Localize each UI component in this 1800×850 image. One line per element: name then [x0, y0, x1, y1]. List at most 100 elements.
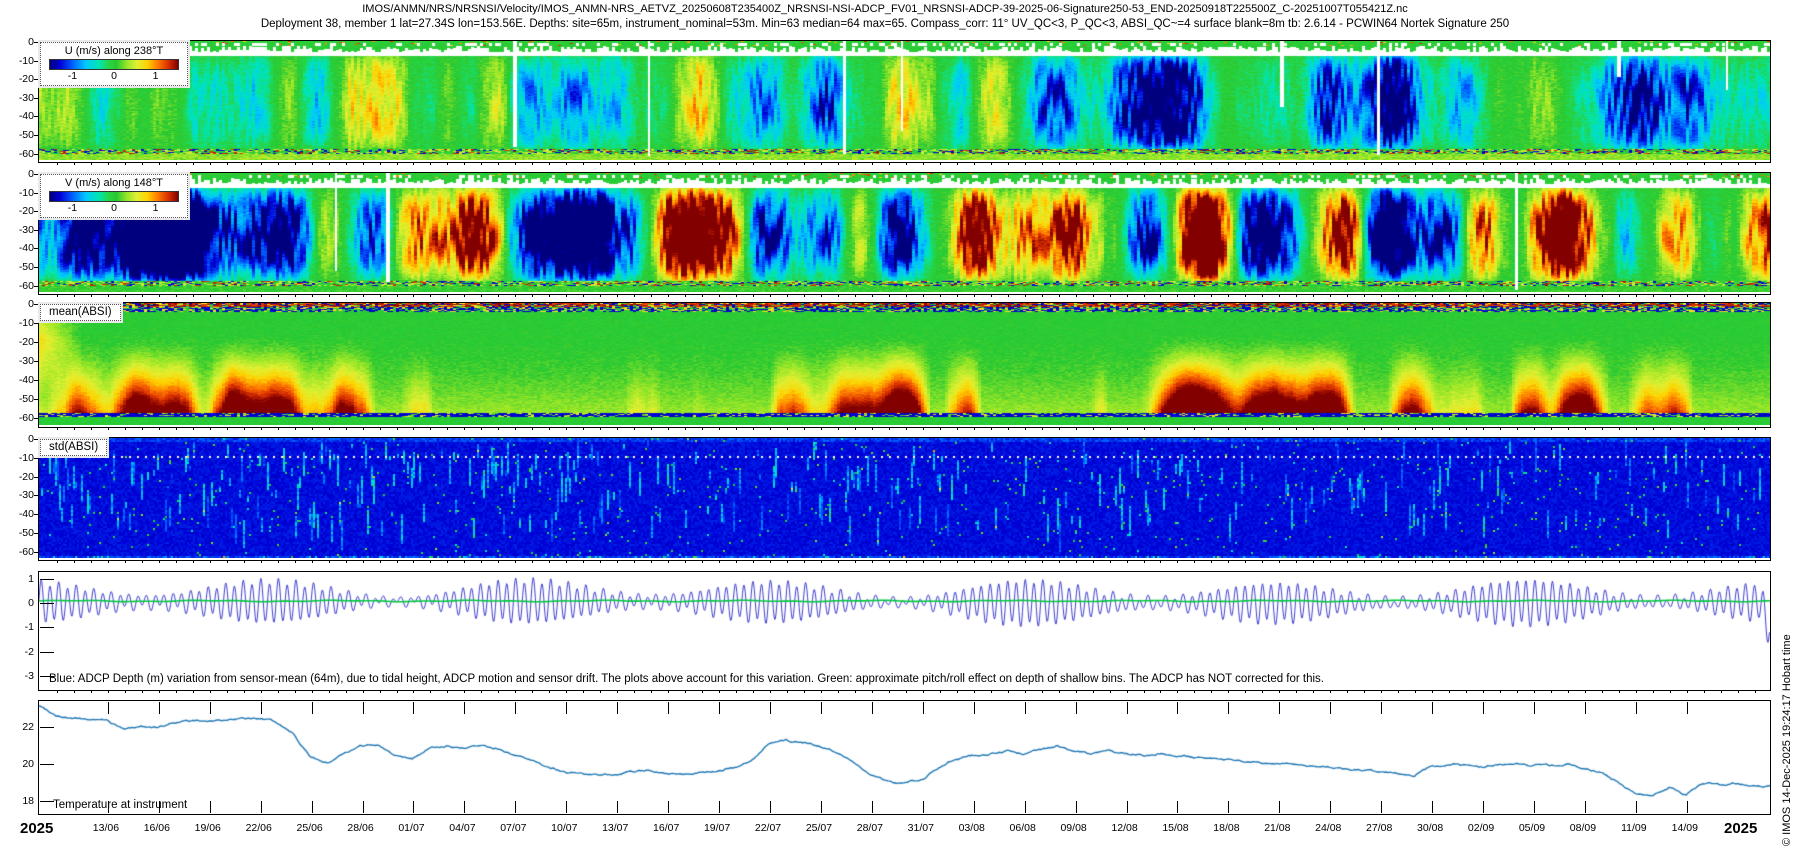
daily-minor-tick: [685, 690, 686, 693]
daily-minor-tick: [736, 690, 737, 693]
daily-minor-tick: [312, 427, 313, 430]
daily-minor-tick: [1144, 427, 1145, 430]
date-tick-label: 22/07: [755, 822, 781, 834]
date-tick-label: 16/06: [144, 822, 170, 834]
daily-minor-tick: [702, 690, 703, 693]
daily-minor-tick: [1110, 427, 1111, 430]
daily-minor-tick: [1127, 162, 1128, 165]
daily-minor-tick: [1721, 690, 1722, 693]
daily-minor-tick: [176, 294, 177, 297]
date-tick-label: 19/06: [195, 822, 221, 834]
daily-minor-tick: [57, 560, 58, 563]
u-velocity-heatmap: [39, 41, 1770, 160]
daily-minor-tick: [329, 560, 330, 563]
daily-minor-tick: [1670, 560, 1671, 563]
daily-minor-tick: [1721, 560, 1722, 563]
date-tick-mark: [1687, 702, 1688, 714]
depth-tick-mark: [34, 361, 39, 362]
daily-minor-tick: [1245, 560, 1246, 563]
daily-minor-tick: [1008, 162, 1009, 165]
daily-minor-tick: [363, 690, 364, 693]
date-tick-mark: [1127, 801, 1128, 813]
daily-minor-tick: [617, 560, 618, 563]
daily-minor-tick: [244, 294, 245, 297]
daily-minor-tick: [566, 427, 567, 430]
daily-minor-tick: [651, 427, 652, 430]
daily-minor-tick: [1279, 560, 1280, 563]
daily-minor-tick: [380, 427, 381, 430]
daily-minor-tick: [1381, 162, 1382, 165]
daily-minor-tick: [1330, 162, 1331, 165]
daily-minor-tick: [1432, 294, 1433, 297]
depth-tick-label: -10: [19, 317, 34, 329]
daily-minor-tick: [1330, 690, 1331, 693]
daily-minor-tick: [1177, 427, 1178, 430]
daily-minor-tick: [244, 560, 245, 563]
depth-tick-mark: [34, 380, 39, 381]
date-tick-label: 18/08: [1213, 822, 1239, 834]
daily-minor-tick: [1534, 162, 1535, 165]
daily-minor-tick: [1398, 162, 1399, 165]
daily-minor-tick: [923, 560, 924, 563]
daily-minor-tick: [1670, 294, 1671, 297]
date-tick-mark: [1025, 801, 1026, 813]
depth-tick-label: -40: [19, 110, 34, 122]
daily-minor-tick: [1296, 427, 1297, 430]
daily-minor-tick: [380, 560, 381, 563]
daily-minor-tick: [838, 690, 839, 693]
daily-minor-tick: [1127, 560, 1128, 563]
daily-minor-tick: [770, 294, 771, 297]
daily-minor-tick: [413, 294, 414, 297]
daily-minor-tick: [1415, 294, 1416, 297]
daily-minor-tick: [991, 427, 992, 430]
daily-minor-tick: [974, 427, 975, 430]
daily-minor-tick: [753, 427, 754, 430]
daily-minor-tick: [1653, 560, 1654, 563]
depthvar-tick-mark: [40, 652, 54, 653]
date-tick-label: 09/08: [1060, 822, 1086, 834]
daily-minor-tick: [108, 427, 109, 430]
daily-minor-tick: [1262, 690, 1263, 693]
daily-minor-tick: [1093, 294, 1094, 297]
daily-minor-tick: [1466, 162, 1467, 165]
date-tick-mark: [1483, 702, 1484, 714]
daily-minor-tick: [1364, 560, 1365, 563]
daily-minor-tick: [940, 162, 941, 165]
daily-minor-tick: [1755, 162, 1756, 165]
daily-minor-tick: [549, 162, 550, 165]
daily-minor-tick: [397, 690, 398, 693]
daily-minor-tick: [1194, 294, 1195, 297]
daily-minor-tick: [991, 294, 992, 297]
date-tick-mark: [617, 702, 618, 714]
daily-minor-tick: [753, 294, 754, 297]
daily-minor-tick: [583, 294, 584, 297]
daily-minor-tick: [974, 294, 975, 297]
date-tick-label: 15/08: [1162, 822, 1188, 834]
daily-minor-tick: [210, 690, 211, 693]
daily-minor-tick: [821, 560, 822, 563]
panel-temperature: Temperature at instrument 222018: [38, 700, 1771, 815]
daily-minor-tick: [1687, 427, 1688, 430]
daily-minor-tick: [651, 690, 652, 693]
daily-minor-tick: [397, 162, 398, 165]
u-colorbar-ticks: -1 0 1: [47, 70, 181, 82]
daily-minor-tick: [481, 560, 482, 563]
std-absi-heatmap: [39, 438, 1770, 558]
daily-minor-tick: [210, 427, 211, 430]
daily-minor-tick: [142, 294, 143, 297]
u-legend-title: U (m/s) along 238°T: [47, 45, 181, 57]
daily-minor-tick: [1211, 690, 1212, 693]
daily-minor-tick: [1653, 690, 1654, 693]
daily-minor-tick: [1585, 690, 1586, 693]
daily-minor-tick: [1636, 560, 1637, 563]
daily-minor-tick: [1670, 427, 1671, 430]
depth-tick-label: -30: [19, 92, 34, 104]
daily-minor-tick: [685, 162, 686, 165]
daily-minor-tick: [1228, 294, 1229, 297]
date-tick-mark: [1381, 702, 1382, 714]
v-legend-title: V (m/s) along 148°T: [47, 177, 181, 189]
daily-minor-tick: [210, 560, 211, 563]
daily-minor-tick: [295, 690, 296, 693]
daily-minor-tick: [176, 560, 177, 563]
daily-minor-tick: [753, 560, 754, 563]
